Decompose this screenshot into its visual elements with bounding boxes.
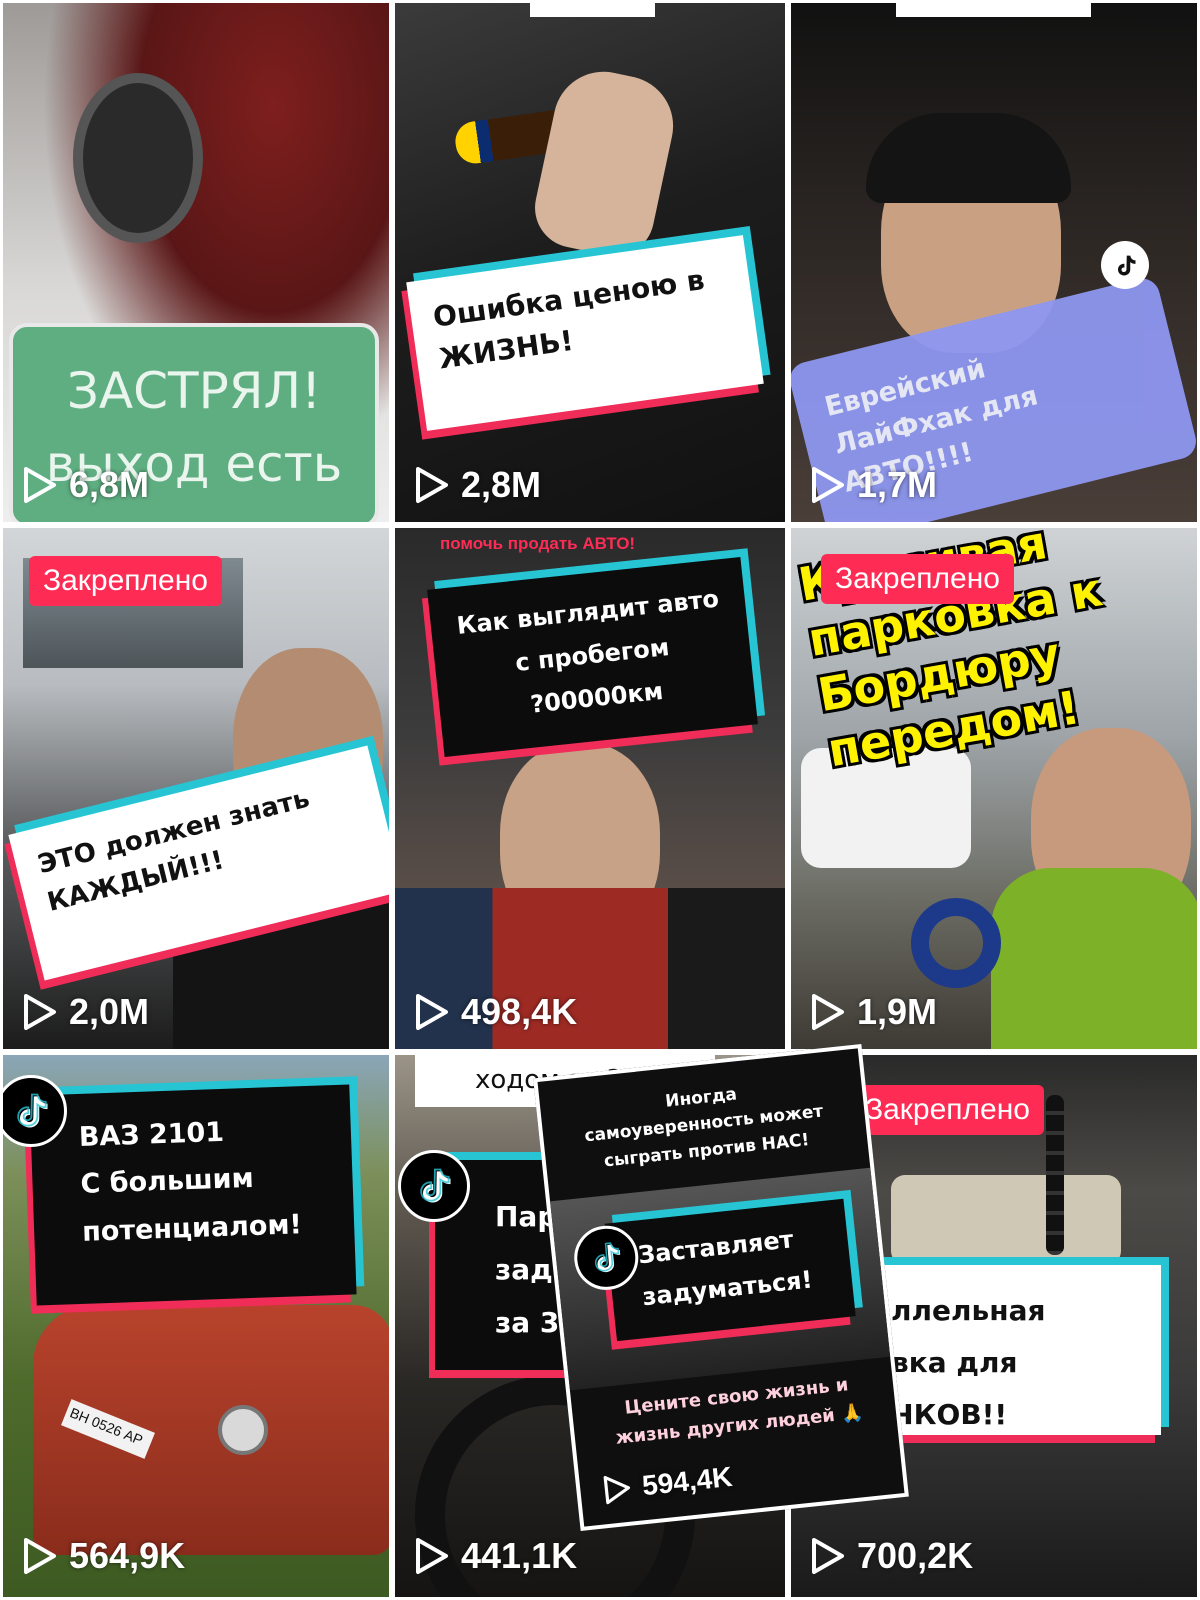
view-count: 564,9K <box>21 1535 185 1577</box>
video-tile-1[interactable]: ЗАСТРЯЛ! выход есть 6,8M <box>0 0 392 525</box>
caption-line: ллельная <box>891 1294 1046 1327</box>
overlay-caption-card: Заставляет задуматься! <box>604 1198 856 1342</box>
headlight <box>218 1405 268 1455</box>
video-tile-4[interactable]: Закреплено ЭТО должен знать КАЖДЫЙ!!! 2,… <box>0 525 392 1052</box>
top-caption: помочь продать АВТО! <box>440 534 636 553</box>
caption-line: потенциалом! <box>81 1208 303 1248</box>
view-count-value: 700,2K <box>857 1535 974 1576</box>
caption-card: ВАЗ 2101 С большим потенциалом! <box>29 1084 357 1306</box>
play-icon <box>809 465 847 505</box>
play-icon <box>413 1536 451 1576</box>
tiktok-logo-icon <box>1101 241 1149 289</box>
play-icon <box>21 992 59 1032</box>
view-count: 594,4K <box>601 1461 734 1506</box>
view-count: 700,2K <box>809 1535 973 1577</box>
caption-card: Как выглядит авто с пробегом ?00000км <box>427 556 758 758</box>
video-tile-3[interactable]: Еврейский ЛайФхак для АВТО!!!! 1,7M <box>788 0 1200 525</box>
overlay-video-card[interactable]: Иногда самоуверенность может сыграть про… <box>533 1043 909 1532</box>
view-count-value: 2,8M <box>461 464 542 505</box>
caption-line: ВАЗ 2101 <box>78 1116 225 1153</box>
top-caption-tab <box>896 3 1091 17</box>
play-icon <box>413 992 451 1032</box>
play-icon <box>809 1536 847 1576</box>
video-tile-5[interactable]: помочь продать АВТО! Как выглядит авто с… <box>392 525 788 1052</box>
tape-roll <box>911 898 1001 988</box>
caption-line: вка для <box>891 1345 1018 1379</box>
caption-line: ЗАСТРЯЛ! <box>66 362 322 420</box>
view-count: 1,7M <box>809 464 937 506</box>
video-tile-6[interactable]: Красивая парковка к Бордюру передом! Зак… <box>788 525 1200 1052</box>
top-caption-tab <box>530 3 655 17</box>
person-cap <box>866 113 1071 203</box>
play-icon <box>601 1471 634 1506</box>
view-count: 6,8M <box>21 464 149 506</box>
view-count: 498,4K <box>413 991 577 1033</box>
caption-line: С большим <box>80 1163 255 1201</box>
play-icon <box>809 992 847 1032</box>
car-wheel <box>73 73 203 243</box>
video-tile-7[interactable]: ВН 0526 АР ВАЗ 2101 С большим потенциало… <box>0 1052 392 1600</box>
pinned-badge: Закреплено <box>851 1085 1044 1135</box>
parked-car <box>891 1175 1121 1265</box>
view-count-value: 564,9K <box>69 1535 186 1576</box>
view-count: 2,8M <box>413 464 541 506</box>
tiktok-logo-icon <box>398 1150 470 1222</box>
play-icon <box>21 1536 59 1576</box>
pinned-badge: Закреплено <box>29 556 222 606</box>
view-count-value: 498,4K <box>461 991 578 1032</box>
view-count: 441,1K <box>413 1535 577 1577</box>
view-count-value: 441,1K <box>461 1535 578 1576</box>
view-count-value: 2,0M <box>69 991 150 1032</box>
caption-line: ЧКОВ!! <box>891 1397 1008 1431</box>
view-count-value: 1,7M <box>857 464 938 505</box>
play-icon <box>413 465 451 505</box>
video-tile-2[interactable]: Ошибка ценою в ЖИЗНЬ! 2,8M <box>392 0 788 525</box>
view-count: 2,0M <box>21 991 149 1033</box>
pinned-badge: Закреплено <box>821 554 1014 604</box>
view-count-value: 1,9M <box>857 991 938 1032</box>
view-count: 1,9M <box>809 991 937 1033</box>
person-jacket <box>991 868 1197 1049</box>
view-count-value: 594,4K <box>640 1460 734 1502</box>
play-icon <box>21 465 59 505</box>
view-count-value: 6,8M <box>69 464 150 505</box>
beads-pendant <box>1046 1095 1064 1255</box>
